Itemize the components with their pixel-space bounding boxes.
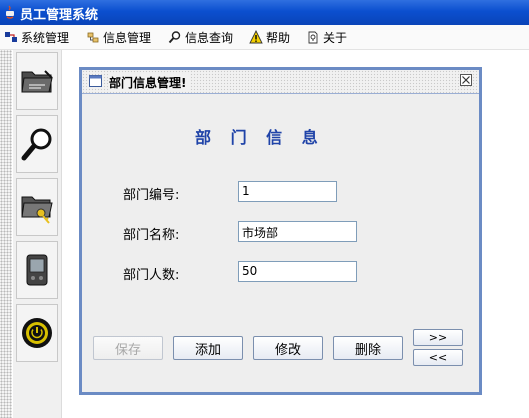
menu-bar: 系统管理 信息管理 信息查询 帮助 关于 — [0, 25, 529, 50]
window-title: 员工管理系统 — [20, 8, 99, 23]
delete-button[interactable]: 删除 — [333, 336, 403, 360]
frame-title-bar[interactable]: 部门信息管理! — [82, 70, 479, 94]
menu-system-label: 系统管理 — [21, 30, 70, 45]
menu-about[interactable]: 关于 — [306, 29, 347, 45]
save-button[interactable]: 保存 — [93, 336, 163, 360]
close-icon — [462, 76, 470, 84]
info-manage-icon — [87, 32, 99, 43]
menu-help[interactable]: 帮助 — [249, 29, 290, 45]
menu-info-manage-label: 信息管理 — [103, 30, 152, 45]
magnifier-icon — [21, 128, 52, 161]
section-heading: 部 门 信 息 — [195, 128, 325, 147]
add-button[interactable]: 添加 — [173, 336, 243, 360]
toolbar-pda-button[interactable] — [16, 241, 58, 299]
toolbar-power-button[interactable] — [16, 304, 58, 362]
frame-close-button[interactable] — [460, 74, 472, 86]
dept-id-field[interactable]: 1 — [238, 181, 337, 202]
window-icon — [89, 75, 102, 87]
menu-about-label: 关于 — [323, 30, 348, 45]
search-icon — [168, 31, 181, 44]
toolbar-folder-key-button[interactable] — [16, 178, 58, 236]
frame-title: 部门信息管理! — [109, 74, 191, 91]
warning-icon — [249, 30, 263, 44]
dept-count-field[interactable]: 50 — [238, 261, 357, 282]
dept-count-label: 部门人数: — [123, 268, 180, 283]
about-icon — [308, 31, 318, 44]
dept-name-field[interactable]: 市场部 — [238, 221, 357, 242]
dept-id-label: 部门编号: — [123, 188, 180, 203]
menu-info-manage[interactable]: 信息管理 — [86, 29, 151, 45]
left-toolbar — [13, 50, 62, 418]
menu-info-search-label: 信息查询 — [185, 30, 234, 45]
prev-button[interactable]: << — [413, 349, 463, 366]
department-info-frame: 部门信息管理! 部 门 信 息 部门编号: 1 部门名称: 市场部 部门人数: … — [79, 67, 482, 395]
menu-help-label: 帮助 — [266, 30, 291, 45]
java-icon — [6, 5, 14, 19]
edit-button[interactable]: 修改 — [253, 336, 323, 360]
menu-info-search[interactable]: 信息查询 — [168, 29, 233, 45]
dept-name-label: 部门名称: — [123, 228, 180, 243]
title-bar: 员工管理系统 — [0, 0, 529, 25]
power-icon — [22, 318, 52, 348]
toolbar-grip[interactable] — [0, 50, 12, 418]
toolbar-folder-edit-button[interactable] — [16, 52, 58, 110]
next-button[interactable]: >> — [413, 329, 463, 346]
system-icon — [5, 32, 17, 42]
folder-key-icon — [21, 196, 53, 224]
toolbar-search-button[interactable] — [16, 115, 58, 173]
folder-edit-icon — [21, 70, 53, 93]
pda-icon — [26, 254, 48, 286]
menu-system[interactable]: 系统管理 — [4, 29, 69, 45]
